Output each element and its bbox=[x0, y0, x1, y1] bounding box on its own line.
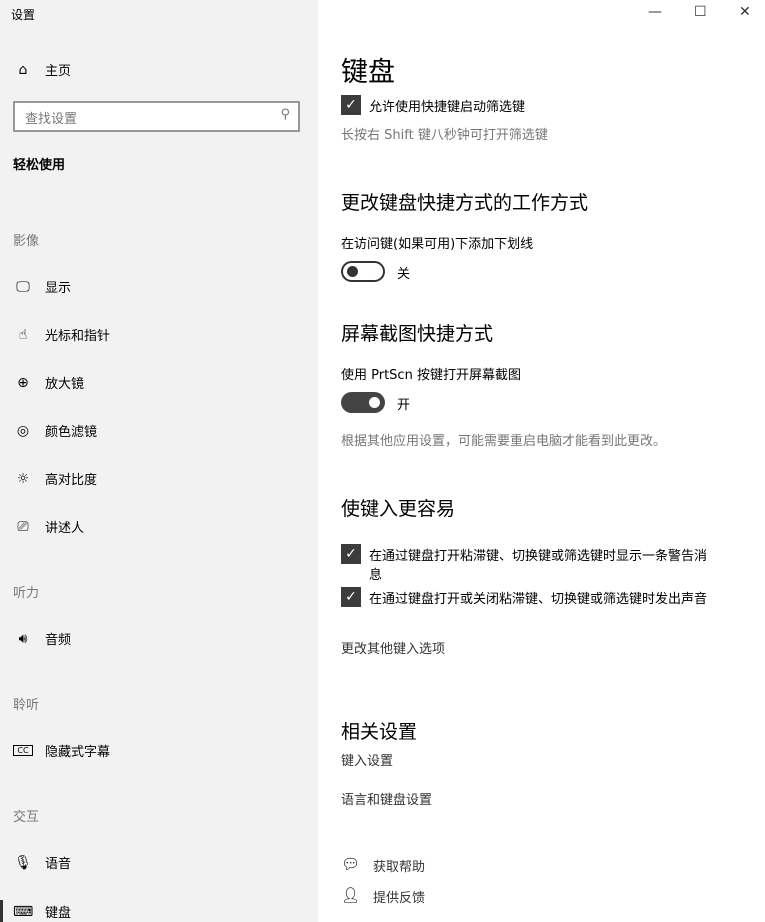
feedback-icon: 👤︎ bbox=[341, 886, 361, 904]
category-listening: 聆听 bbox=[13, 698, 40, 713]
typing-heading: 使键入更容易 bbox=[341, 498, 456, 520]
nav-label: 高对比度 bbox=[45, 473, 98, 488]
window-title: 设置 bbox=[11, 8, 36, 22]
nav-label: 语音 bbox=[45, 857, 72, 872]
underline-state: 关 bbox=[397, 267, 411, 282]
underline-label: 在访问键(如果可用)下添加下划线 bbox=[341, 237, 534, 252]
palette-icon: ◎ bbox=[16, 422, 30, 439]
nav-narrator[interactable]: ⎚ 讲述人 bbox=[13, 517, 85, 537]
warning-label: 在通过键盘打开粘滞键、切换键或筛选键时显示一条警告消 bbox=[369, 549, 708, 564]
warning-checkbox[interactable]: ✓ bbox=[341, 544, 361, 564]
shortcut-heading: 更改键盘快捷方式的工作方式 bbox=[341, 192, 589, 214]
nav-label: 颜色滤镜 bbox=[45, 425, 98, 440]
category-interaction: 交互 bbox=[13, 810, 40, 825]
sound-checkbox[interactable]: ✓ bbox=[341, 587, 361, 607]
language-keyboard-link[interactable]: 语言和键盘设置 bbox=[341, 789, 432, 808]
underline-toggle[interactable] bbox=[341, 261, 385, 282]
nav-high-contrast[interactable]: ☼ 高对比度 bbox=[13, 469, 98, 489]
sidebar: 设置 ⌂ 主页 查找设置 ⚲ 轻松使用 影像 🖵 显示 ☝ 光标和指针 ⊕ 放大镜 ◎ 颜色… bbox=[0, 0, 318, 922]
cursor-icon: ☝ bbox=[18, 326, 28, 343]
category-hearing: 听力 bbox=[13, 586, 40, 601]
minimize-button[interactable]: — bbox=[648, 4, 662, 20]
nav-cursor[interactable]: ☝ 光标和指针 bbox=[13, 325, 111, 345]
close-button[interactable]: ✕ bbox=[739, 4, 751, 20]
nav-label: 放大镜 bbox=[45, 377, 85, 392]
speaker-icon: 🔊︎ bbox=[18, 630, 28, 647]
sound-label: 在通过键盘打开或关闭粘滞键、切换键或筛选键时发出声音 bbox=[369, 592, 708, 607]
selected-indicator bbox=[0, 900, 3, 922]
search-icon[interactable]: ⚲ bbox=[280, 107, 290, 122]
filter-shortcut-hint: 长按右 Shift 键八秒钟可打开筛选键 bbox=[341, 128, 548, 143]
cc-icon: CC bbox=[13, 745, 33, 756]
nav-label: 讲述人 bbox=[45, 521, 85, 536]
nav-captions[interactable]: CC 隐藏式字幕 bbox=[13, 741, 110, 760]
main-content: — ☐ ✕ 键盘 ✓ 允许使用快捷键启动筛选键 长按右 Shift 键八秒钟可打… bbox=[318, 0, 765, 922]
typing-settings-link[interactable]: 键入设置 bbox=[341, 750, 393, 769]
nav-label: 光标和指针 bbox=[45, 329, 111, 344]
nav-label: 键盘 bbox=[45, 906, 72, 921]
feedback-link[interactable]: 提供反馈 bbox=[373, 887, 425, 906]
related-heading: 相关设置 bbox=[341, 721, 418, 743]
keyboard-icon: ⌨ bbox=[13, 903, 34, 920]
search-input[interactable]: 查找设置 ⚲ bbox=[13, 101, 300, 132]
nav-magnifier[interactable]: ⊕ 放大镜 bbox=[13, 373, 85, 393]
nav-display[interactable]: 🖵 显示 bbox=[13, 277, 72, 297]
print-heading: 屏幕截图快捷方式 bbox=[341, 323, 494, 345]
more-typing-options-link[interactable]: 更改其他键入选项 bbox=[341, 638, 445, 657]
nav-color-filters[interactable]: ◎ 颜色滤镜 bbox=[13, 421, 98, 441]
get-help-link[interactable]: 获取帮助 bbox=[373, 856, 425, 875]
nav-speech[interactable]: 🎙︎ 语音 bbox=[13, 853, 72, 873]
filter-shortcut-label: 允许使用快捷键启动筛选键 bbox=[369, 100, 526, 115]
nav-home[interactable]: ⌂ 主页 bbox=[13, 60, 72, 80]
narrator-icon: ⎚ bbox=[17, 518, 29, 535]
maximize-button[interactable]: ☐ bbox=[694, 4, 707, 20]
page-title: 键盘 bbox=[341, 57, 395, 88]
warning-label-wrap: 息 bbox=[369, 568, 383, 583]
section-title: 轻松使用 bbox=[13, 158, 66, 173]
magnifier-icon: ⊕ bbox=[17, 374, 29, 391]
prtscn-toggle[interactable] bbox=[341, 392, 385, 413]
prtscn-note: 根据其他应用设置，可能需要重启电脑才能看到此更改。 bbox=[341, 434, 667, 449]
home-icon: ⌂ bbox=[18, 61, 28, 78]
filter-shortcut-checkbox[interactable]: ✓ bbox=[341, 95, 361, 115]
microphone-icon: 🎙︎ bbox=[14, 854, 32, 871]
prtscn-state: 开 bbox=[397, 398, 411, 413]
brightness-icon: ☼ bbox=[16, 470, 30, 487]
nav-label: 显示 bbox=[45, 281, 72, 296]
monitor-icon: 🖵 bbox=[16, 278, 30, 295]
prtscn-label: 使用 PrtScn 按键打开屏幕截图 bbox=[341, 368, 521, 383]
nav-label: 隐藏式字幕 bbox=[45, 745, 111, 760]
nav-home-label: 主页 bbox=[45, 64, 72, 79]
nav-label: 音频 bbox=[45, 633, 72, 648]
search-placeholder: 查找设置 bbox=[25, 112, 78, 127]
nav-keyboard[interactable]: ⌨ 键盘 bbox=[13, 902, 72, 922]
help-icon: 💬︎ bbox=[341, 855, 361, 873]
nav-audio[interactable]: 🔊︎ 音频 bbox=[13, 629, 72, 649]
category-vision: 影像 bbox=[13, 234, 40, 249]
